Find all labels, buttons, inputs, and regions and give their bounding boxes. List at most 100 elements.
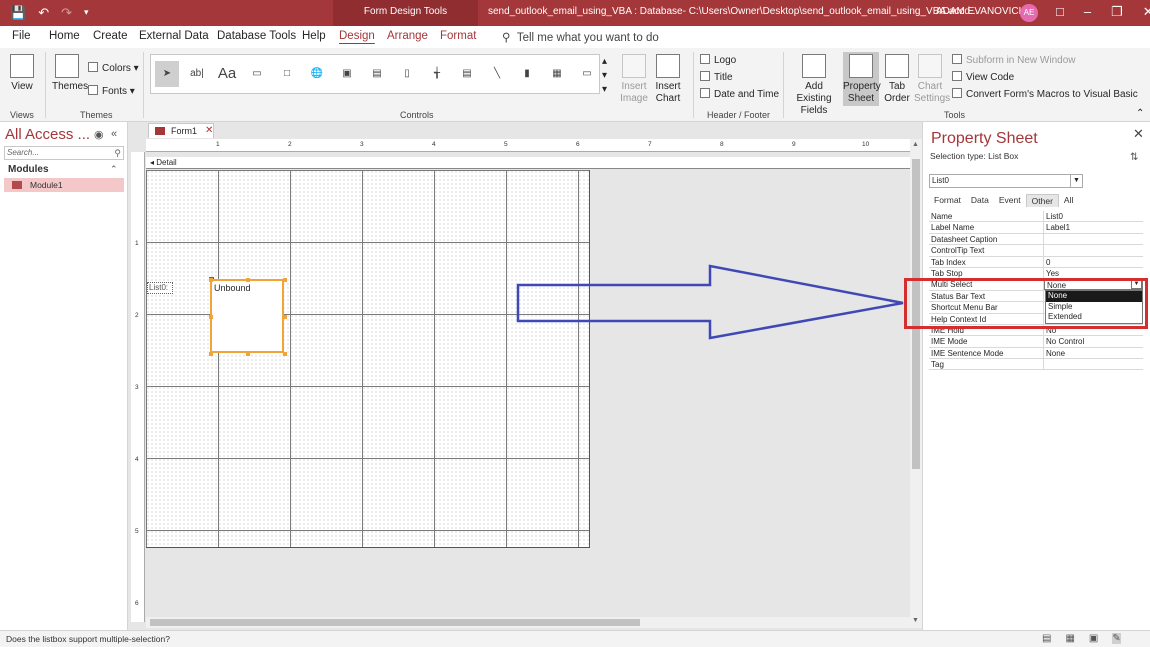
vertical-ruler[interactable]: 1 2 3 4 5 6 xyxy=(131,152,145,622)
view-button[interactable]: View xyxy=(8,54,36,93)
resize-handle[interactable] xyxy=(283,278,287,282)
combo-box-icon[interactable]: ▤ xyxy=(455,61,479,87)
property-row[interactable]: IME Mode No Control xyxy=(929,336,1143,348)
button-control-icon[interactable]: ▭ xyxy=(245,61,269,87)
datasheet-view-icon[interactable]: ▦ xyxy=(1065,633,1074,644)
tab-help[interactable]: Help xyxy=(302,30,326,42)
logo-button[interactable]: Logo xyxy=(700,54,736,66)
section-collapse-icon[interactable]: ⌃ xyxy=(110,164,118,175)
navigation-control-icon[interactable]: ▤ xyxy=(365,61,389,87)
property-row[interactable]: Tag xyxy=(929,359,1143,371)
textbox-control-icon[interactable]: ab| xyxy=(185,61,209,87)
title-button[interactable]: Title xyxy=(700,71,733,83)
property-row[interactable]: ControlTip Text xyxy=(929,245,1143,257)
property-value[interactable]: None xyxy=(1044,348,1143,358)
tab-control-icon[interactable]: □ xyxy=(275,61,299,87)
tab-data[interactable]: Data xyxy=(966,194,994,207)
tab-design[interactable]: Design xyxy=(339,30,375,42)
tell-me-search[interactable]: ⚲ Tell me what you want to do xyxy=(502,30,659,44)
property-row[interactable]: Tab Index 0 xyxy=(929,256,1143,268)
tab-form1[interactable]: Form1 ✕ xyxy=(148,123,214,138)
resize-handle[interactable] xyxy=(283,352,287,356)
tab-home[interactable]: Home xyxy=(49,30,80,42)
resize-handle[interactable] xyxy=(209,278,213,282)
user-name[interactable]: ADAM EVANOVICH xyxy=(936,6,1026,17)
resize-handle[interactable] xyxy=(246,352,250,356)
property-value[interactable]: No Control xyxy=(1044,336,1143,346)
rectangle-control-icon[interactable]: ▭ xyxy=(575,61,599,87)
save-icon[interactable]: 💾 xyxy=(10,5,26,21)
property-value[interactable] xyxy=(1044,234,1143,244)
ribbon-display-options-icon[interactable]: □ xyxy=(1056,4,1064,20)
close-icon[interactable]: ✕ xyxy=(1133,126,1144,142)
list-label-control[interactable]: List0: xyxy=(147,282,173,294)
page-break-icon[interactable]: ╅ xyxy=(425,61,449,87)
gallery-scroll-down-icon[interactable]: ▾ xyxy=(602,70,607,81)
property-row[interactable]: IME Sentence Mode None xyxy=(929,347,1143,360)
gallery-scroll-up-icon[interactable]: ▴ xyxy=(602,56,607,67)
option-group-icon[interactable]: ▯ xyxy=(395,61,419,87)
add-existing-fields-button[interactable]: Add Existing Fields xyxy=(788,54,840,117)
tab-arrange[interactable]: Arrange xyxy=(387,30,428,42)
nav-menu-icon[interactable]: ◉ xyxy=(94,128,104,141)
horizontal-scrollbar[interactable] xyxy=(146,617,910,628)
layout-view-icon[interactable]: ▣ xyxy=(1089,633,1098,644)
resize-handle[interactable] xyxy=(283,315,287,319)
scroll-up-icon[interactable]: ▲ xyxy=(912,141,919,148)
sort-icon[interactable]: ⇅ xyxy=(1130,152,1138,163)
minimize-icon[interactable]: – xyxy=(1084,4,1091,20)
tab-order-button[interactable]: Tab Order xyxy=(882,54,912,105)
search-icon[interactable]: ⚲ xyxy=(114,147,121,159)
web-browser-control-icon[interactable]: ▣ xyxy=(335,61,359,87)
property-row[interactable]: Name List0 xyxy=(929,211,1143,223)
close-icon[interactable]: ✕ xyxy=(1143,4,1150,20)
themes-button[interactable]: Themes xyxy=(52,54,88,93)
form-design-grid[interactable] xyxy=(146,170,590,548)
view-code-button[interactable]: View Code xyxy=(952,71,1014,83)
insert-image-button[interactable]: Insert Image xyxy=(618,54,650,105)
tab-format[interactable]: Format xyxy=(440,30,476,42)
tab-create[interactable]: Create xyxy=(93,30,128,42)
detail-section-bar[interactable]: ◂ Detail xyxy=(146,157,912,169)
toggle-button-icon[interactable]: ▮ xyxy=(515,61,539,87)
property-value[interactable]: 0 xyxy=(1044,257,1143,267)
label-control-icon[interactable]: Aa xyxy=(215,61,239,87)
nav-item-module1[interactable]: Module1 xyxy=(4,178,124,192)
vertical-scrollbar[interactable]: ▲ ▼ xyxy=(910,139,922,628)
list-box-icon[interactable]: ▦ xyxy=(545,61,569,87)
convert-macros-button[interactable]: Convert Form's Macros to Visual Basic xyxy=(952,88,1138,100)
resize-handle[interactable] xyxy=(246,278,250,282)
collapse-nav-icon[interactable]: « xyxy=(111,128,117,140)
property-value[interactable]: Yes xyxy=(1044,268,1143,278)
line-control-icon[interactable]: ╲ xyxy=(485,61,509,87)
tab-other[interactable]: Other xyxy=(1025,194,1059,207)
fonts-button[interactable]: Fonts ▾ xyxy=(88,85,135,97)
tab-event[interactable]: Event xyxy=(994,194,1026,207)
select-pointer-icon[interactable]: ➤ xyxy=(155,61,179,87)
tab-database-tools[interactable]: Database Tools xyxy=(217,30,296,42)
avatar[interactable]: AE xyxy=(1020,4,1038,22)
colors-button[interactable]: Colors ▾ xyxy=(88,62,139,74)
date-time-button[interactable]: Date and Time xyxy=(700,88,779,100)
nav-pane-title[interactable]: All Access ... xyxy=(5,126,90,143)
property-value[interactable] xyxy=(1044,245,1143,255)
property-value[interactable]: List0 xyxy=(1044,211,1143,221)
property-sheet-button[interactable]: Property Sheet xyxy=(843,52,881,106)
restore-icon[interactable]: ❐ xyxy=(1111,4,1123,20)
property-value[interactable] xyxy=(1044,359,1143,369)
listbox-control[interactable]: Unbound xyxy=(210,279,284,353)
scroll-thumb[interactable] xyxy=(150,619,640,626)
collapse-ribbon-icon[interactable]: ⌃ xyxy=(1136,108,1144,119)
chevron-down-icon[interactable]: ▼ xyxy=(1070,175,1082,187)
nav-search-input[interactable]: Search... ⚲ xyxy=(4,146,124,160)
customize-qat-icon[interactable]: ▾ xyxy=(84,5,89,21)
resize-handle[interactable] xyxy=(209,352,213,356)
hyperlink-control-icon[interactable]: 🌐 xyxy=(305,61,329,87)
property-row[interactable]: Label Name Label1 xyxy=(929,222,1143,234)
undo-icon[interactable]: ↶ xyxy=(38,5,49,21)
object-selector[interactable]: List0 ▼ xyxy=(929,174,1083,188)
tab-file[interactable]: File xyxy=(12,30,31,42)
property-value[interactable]: Label1 xyxy=(1044,222,1143,232)
tab-format[interactable]: Format xyxy=(929,194,966,207)
chart-settings-button[interactable]: Chart Settings xyxy=(914,54,950,105)
